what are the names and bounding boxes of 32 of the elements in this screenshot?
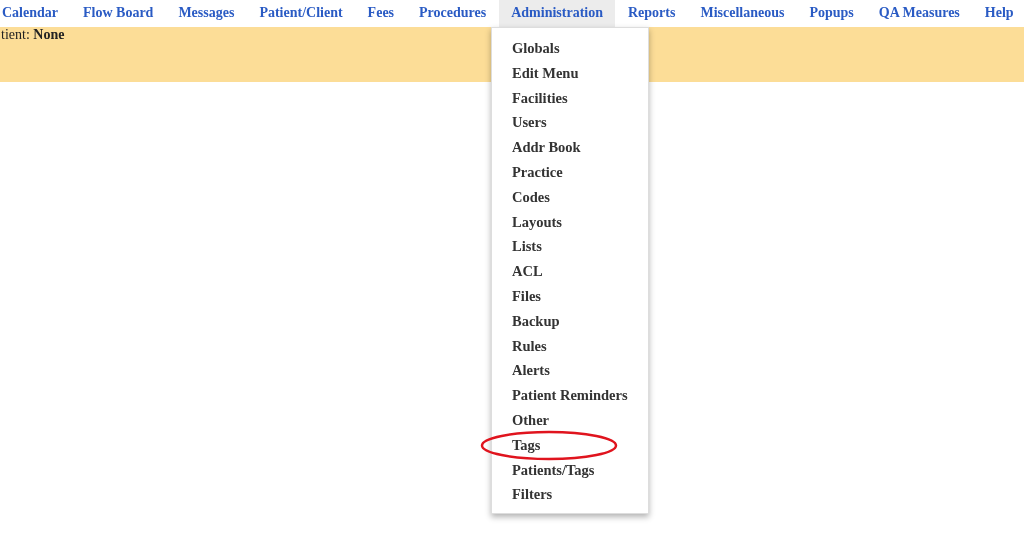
menu-item[interactable]: Files — [512, 287, 541, 304]
menu-item[interactable]: Patients/Tags — [512, 461, 595, 478]
menu-item[interactable]: Facilities — [512, 89, 568, 106]
nav-tab[interactable]: Patient/Client — [247, 0, 355, 27]
menu-item[interactable]: Addr Book — [512, 139, 581, 156]
menu-item[interactable]: Globals — [512, 40, 560, 56]
nav-tab[interactable]: Procedures — [407, 0, 499, 27]
nav-tab[interactable]: Reports — [616, 0, 688, 27]
menu-item[interactable]: Alerts — [512, 362, 550, 379]
menu-item[interactable]: Practice — [512, 164, 563, 180]
menu-item[interactable]: Layouts — [512, 213, 562, 230]
nav-tab[interactable]: Popups — [797, 0, 866, 27]
menu-item[interactable]: Patient Reminders — [512, 387, 628, 404]
nav-tab[interactable]: Calendar — [0, 0, 70, 27]
nav-tab[interactable]: Help — [972, 0, 1024, 27]
menu-item[interactable]: Rules — [512, 337, 547, 354]
nav-tab[interactable]: Messages — [166, 0, 247, 27]
menu-item[interactable]: ACL — [512, 263, 543, 280]
menu-item[interactable]: Lists — [512, 238, 542, 255]
nav-tab[interactable]: Fees — [355, 0, 407, 27]
nav-tab[interactable]: Flow Board — [71, 0, 166, 27]
menu-item[interactable]: Codes — [512, 188, 550, 205]
menu-item[interactable]: Users — [512, 114, 547, 131]
patient-status: tient: None — [1, 27, 65, 42]
nav-tab[interactable]: QA Measures — [866, 0, 972, 27]
nav-tab[interactable]: Miscellaneous — [688, 0, 797, 27]
menu-item[interactable]: Edit Menu — [512, 64, 579, 81]
menu-item[interactable]: Tags — [512, 436, 541, 453]
menu-item[interactable]: Other — [512, 411, 550, 428]
menu-item[interactable]: Filters — [512, 486, 553, 503]
nav-tab[interactable]: Administration — [499, 0, 615, 27]
menu-item[interactable]: Backup — [512, 312, 560, 329]
